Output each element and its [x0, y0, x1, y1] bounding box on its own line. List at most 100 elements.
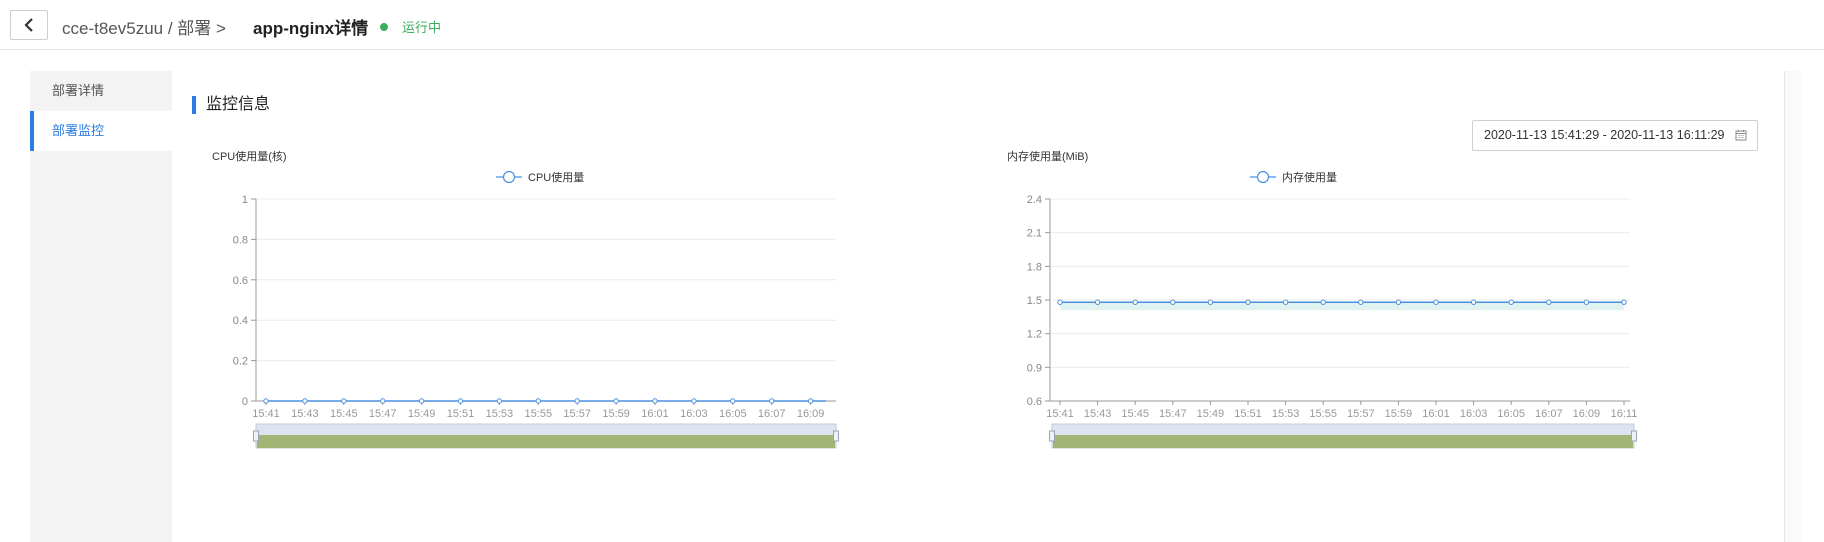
- x-tick-label: 15:49: [1197, 408, 1225, 420]
- monitor-content: 监控信息 2020-11-13 15:41:29 - 2020-11-13 16…: [172, 71, 1784, 542]
- x-tick-label: 15:57: [1347, 408, 1375, 420]
- x-tick-label: 16:11: [1611, 408, 1638, 420]
- data-point: [1170, 299, 1176, 305]
- y-tick-label: 1.5: [1027, 295, 1042, 307]
- chevron-left-icon: [24, 18, 33, 32]
- area-fill: [1060, 302, 1624, 311]
- y-tick-label: 2.1: [1027, 228, 1042, 240]
- page-header: cce-t8ev5zuu / 部署 > app-nginx详情 运行中: [0, 0, 1824, 50]
- cpu-usage-chart: CPU使用量(核) CPU使用量 0 0.2 0.4 0.6 0.8 1 15:41 15:43 1…: [172, 71, 922, 542]
- detail-panel: 部署详情 部署监控 监控信息 2020-11-13 15:41:29 - 202…: [30, 71, 1801, 542]
- x-tick-label: 16:09: [1573, 408, 1601, 420]
- data-point: [1583, 299, 1590, 305]
- x-tick-label: 16:03: [680, 408, 708, 420]
- y-tick-label: 0.2: [233, 356, 248, 368]
- back-button[interactable]: [10, 10, 48, 40]
- data-point: [496, 398, 503, 404]
- data-point: [535, 398, 541, 404]
- data-point: [1094, 299, 1101, 305]
- x-tick-label: 16:05: [719, 408, 747, 420]
- y-tick-label: 0.6: [1027, 396, 1042, 408]
- zoom-handle[interactable]: [253, 430, 259, 442]
- y-tick-label: 1: [242, 194, 248, 206]
- data-point: [418, 398, 425, 404]
- x-tick-label: 16:07: [758, 408, 786, 420]
- x-tick-label: 16:07: [1535, 408, 1563, 420]
- y-tick-label: 0.4: [233, 315, 248, 327]
- x-tick-label: 15:55: [1309, 408, 1337, 420]
- x-tick-label: 16:09: [797, 408, 825, 420]
- x-tick-label: 15:45: [330, 408, 358, 420]
- y-tick-label: 1.2: [1027, 329, 1042, 341]
- data-point: [1508, 299, 1514, 305]
- memory-usage-chart: 内存使用量(MiB) 内存使用量 0.6 0.9 1.2 1.5 1.8 2.1 2.4 15:4…: [942, 71, 1692, 542]
- data-point: [341, 398, 347, 404]
- zoom-handle[interactable]: [833, 430, 839, 442]
- x-tick-label: 15:43: [291, 408, 319, 420]
- data-point: [1470, 299, 1477, 305]
- legend-label: CPU使用量: [528, 171, 584, 184]
- data-point: [1057, 299, 1063, 305]
- x-tick-label: 15:51: [447, 408, 475, 420]
- x-tick-label: 15:43: [1084, 408, 1112, 420]
- x-tick-label: 16:05: [1497, 408, 1525, 420]
- x-tick-label: 15:41: [1046, 408, 1074, 420]
- sidebar-item-deploy-detail[interactable]: 部署详情: [30, 71, 172, 111]
- sidebar: 部署详情 部署监控: [30, 71, 172, 542]
- legend-circle-icon: [502, 170, 516, 184]
- data-point: [1320, 299, 1326, 305]
- zoom-slider-fill: [1053, 435, 1633, 448]
- x-tick-label: 16:01: [641, 408, 669, 420]
- x-tick-label: 15:53: [1272, 408, 1300, 420]
- x-tick-label: 15:41: [252, 408, 280, 420]
- chart-legend: CPU使用量: [496, 170, 584, 184]
- data-point: [613, 398, 619, 404]
- chart-svg: 内存使用量(MiB) 内存使用量 0.6 0.9 1.2 1.5 1.8 2.1 2.4 15:4…: [1007, 149, 1638, 449]
- data-point: [302, 398, 308, 404]
- data-point: [730, 398, 736, 404]
- data-point: [652, 398, 658, 404]
- data-point: [263, 398, 269, 404]
- chart-svg: CPU使用量(核) CPU使用量 0 0.2 0.4 0.6 0.8 1 15:41 15:43 1…: [212, 149, 839, 449]
- x-tick-label: 15:47: [369, 408, 397, 420]
- sidebar-item-deploy-monitor[interactable]: 部署监控: [30, 111, 172, 151]
- sidebar-item-label: 部署详情: [52, 83, 105, 98]
- y-tick-label: 0.8: [233, 234, 248, 246]
- x-tick-label: 15:53: [486, 408, 514, 420]
- data-point: [457, 398, 464, 404]
- status-badge: 运行中: [380, 17, 441, 36]
- data-point: [1207, 299, 1214, 305]
- legend-label: 内存使用量: [1282, 170, 1337, 184]
- zoom-handle[interactable]: [1631, 430, 1637, 442]
- x-tick-label: 15:49: [408, 408, 436, 420]
- chart-title: 内存使用量(MiB): [1007, 149, 1088, 163]
- data-point: [769, 398, 775, 404]
- zoom-handle[interactable]: [1049, 430, 1055, 442]
- breadcrumb[interactable]: cce-t8ev5zuu / 部署 >: [62, 14, 226, 39]
- calendar-icon: [1735, 130, 1747, 141]
- x-tick-label: 15:45: [1121, 408, 1149, 420]
- x-tick-label: 15:51: [1234, 408, 1262, 420]
- data-point: [1358, 299, 1364, 305]
- y-tick-label: 2.4: [1027, 194, 1042, 206]
- y-tick-label: 0: [242, 396, 248, 408]
- sidebar-item-label: 部署监控: [52, 123, 105, 138]
- data-point: [1433, 299, 1439, 305]
- status-label: 运行中: [402, 20, 442, 35]
- x-tick-label: 16:01: [1422, 408, 1450, 420]
- data-point: [1546, 299, 1552, 305]
- x-tick-label: 15:47: [1159, 408, 1187, 420]
- data-point: [1621, 299, 1627, 305]
- x-tick-label: 15:55: [525, 408, 553, 420]
- x-tick-label: 15:59: [1385, 408, 1413, 420]
- data-point: [1395, 299, 1402, 305]
- legend-circle-icon: [1256, 170, 1270, 184]
- x-tick-label: 16:03: [1460, 408, 1488, 420]
- data-point: [691, 398, 697, 404]
- data-point: [380, 398, 386, 404]
- data-point: [574, 398, 580, 404]
- data-point: [1132, 299, 1138, 305]
- vertical-scrollbar[interactable]: [1784, 71, 1801, 542]
- y-tick-label: 0.6: [233, 275, 248, 287]
- data-point: [807, 398, 814, 404]
